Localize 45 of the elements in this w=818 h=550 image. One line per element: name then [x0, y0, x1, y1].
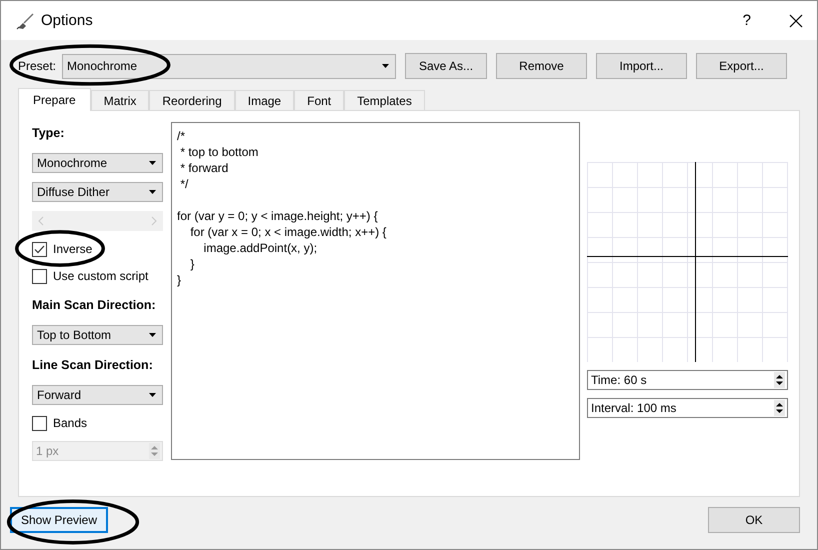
window-title: Options — [41, 12, 94, 29]
tab[interactable]: Templates — [344, 90, 425, 110]
tab[interactable]: Prepare — [18, 88, 91, 111]
spin-box[interactable]: Time: 60 s — [587, 370, 788, 390]
show-preview-button[interactable]: Show Preview — [10, 507, 108, 533]
checkbox[interactable] — [32, 416, 47, 430]
tab[interactable]: Image — [234, 90, 294, 110]
dropdown[interactable]: Forward — [32, 385, 163, 405]
script-editor[interactable]: /* * top to bottom * forward */ for (var y = 0; y < image.height; y++) { for (var x = 0; x < image.width; x++) { image.addPoint(x, y); } } — [171, 122, 580, 460]
chevron-right-icon — [151, 216, 157, 226]
dropdown[interactable]: Monochrome — [32, 153, 163, 173]
tab[interactable]: Matrix — [90, 90, 150, 110]
check-icon — [34, 244, 45, 254]
up-down-arrows-icon — [774, 400, 785, 416]
preset-button[interactable]: Remove — [496, 53, 588, 79]
section-label: Type: — [32, 125, 66, 142]
section-label: Main Scan Direction: — [32, 297, 157, 314]
preset-label: Preset: — [18, 59, 58, 73]
caret-icon — [382, 64, 390, 68]
caret-icon — [149, 333, 156, 337]
up-down-arrows-icon — [149, 443, 160, 459]
preset-button[interactable]: Save As... — [405, 53, 488, 79]
preset-button[interactable]: Export... — [696, 53, 788, 79]
spin-box[interactable]: Interval: 100 ms — [587, 398, 788, 418]
checkbox[interactable] — [32, 268, 47, 284]
preset-dropdown[interactable]: Monochrome — [62, 54, 396, 78]
checkbox-label: Inverse — [53, 242, 92, 256]
tab[interactable]: Font — [294, 90, 344, 110]
section-label: Line Scan Direction: — [32, 357, 154, 374]
dropdown[interactable]: Top to Bottom — [32, 325, 163, 345]
checkbox[interactable] — [32, 242, 47, 256]
dropdown[interactable]: Diffuse Dither — [32, 182, 163, 202]
close-icon — [789, 14, 803, 28]
caret-icon — [149, 161, 156, 165]
caret-icon — [149, 190, 156, 194]
chevron-left-icon — [38, 216, 44, 226]
checkbox-label: Use custom script — [53, 269, 148, 283]
help-button[interactable]: ? — [742, 12, 751, 29]
up-down-arrows-icon — [774, 372, 785, 388]
ok-button[interactable]: OK — [708, 507, 800, 533]
caret-icon — [149, 393, 156, 397]
brush-icon — [15, 12, 35, 30]
checkbox-label: Bands — [53, 416, 88, 430]
tab[interactable]: Reordering — [149, 90, 235, 110]
preset-button[interactable]: Import... — [596, 53, 688, 79]
